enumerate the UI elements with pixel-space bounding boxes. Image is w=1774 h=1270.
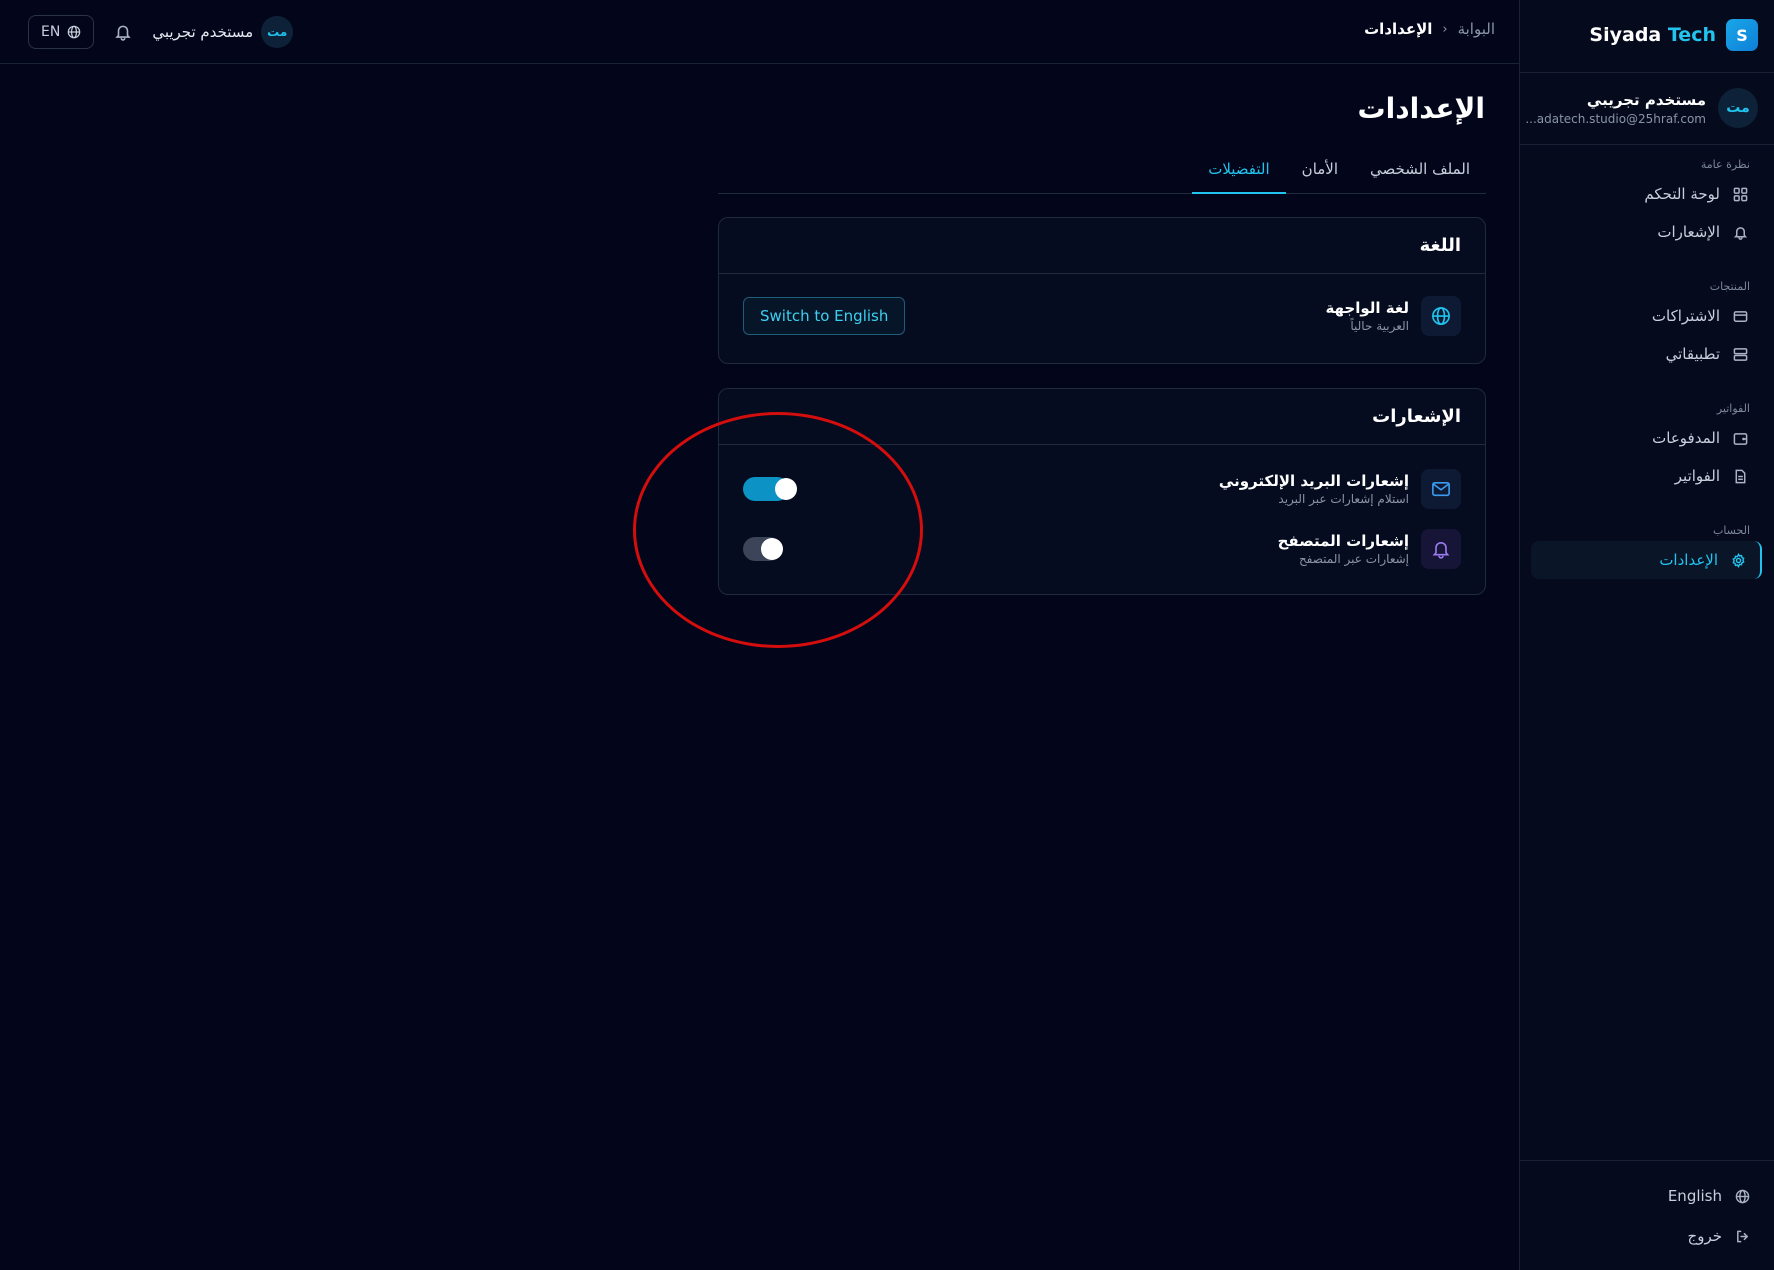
sidebar-item-label: لوحة التحكم <box>1644 185 1720 203</box>
globe-icon <box>1734 1188 1750 1204</box>
breadcrumb-current: الإعدادات <box>1364 20 1433 38</box>
wallet-icon <box>1732 430 1748 446</box>
sidebar-item-notifications[interactable]: الإشعارات <box>1519 213 1774 251</box>
sidebar-user-name: مستخدم تجريبي <box>1586 90 1706 109</box>
sidebar-divider <box>1520 72 1774 73</box>
user-menu[interactable]: مت مستخدم تجريبي <box>152 16 294 48</box>
email-notifications-title: إشعارات البريد الإلكتروني <box>1218 472 1409 490</box>
sidebar-item-invoices[interactable]: الفواتير <box>1519 457 1774 495</box>
language-row: لغة الواجهة العربية حالياً Switch to Eng… <box>719 286 1485 346</box>
language-card-title: اللغة <box>719 218 1485 274</box>
dashboard-icon <box>1732 186 1748 202</box>
chevron-left-icon: › <box>1442 21 1448 37</box>
card-icon <box>1732 308 1748 324</box>
nav-section-account: الحساب <box>1712 524 1750 537</box>
language-switch-label: English <box>1667 1187 1722 1205</box>
bell-icon <box>1732 224 1748 240</box>
sidebar-user-card[interactable]: مت مستخدم تجريبي ...adatech.studio@25hra… <box>1525 88 1758 128</box>
email-notifications-texts: إشعارات البريد الإلكتروني استلام إشعارات… <box>1219 472 1409 506</box>
sidebar-item-label: الإعدادات <box>1659 551 1718 569</box>
language-toggle-label: EN <box>41 24 61 40</box>
email-notifications-row: إشعارات البريد الإلكتروني استلام إشعارات… <box>719 459 1485 519</box>
brand-name: Siyada Tech <box>1589 24 1716 46</box>
sidebar-item-label: الإشعارات <box>1657 223 1720 241</box>
avatar: مت <box>261 16 294 48</box>
sidebar-divider <box>1520 144 1774 145</box>
switch-language-button[interactable]: Switch to English <box>743 297 906 335</box>
email-notifications-subtitle: استلام إشعارات عبر البريد <box>1278 492 1409 506</box>
top-user-name: مستخدم تجريبي <box>152 23 254 41</box>
globe-icon <box>1421 296 1461 336</box>
logout-button[interactable]: خروج <box>1519 1216 1774 1256</box>
nav-gap <box>1519 251 1774 277</box>
top-bar: البوابة › الإعدادات مت مستخدم تجريبي EN <box>0 0 1519 64</box>
sidebar-item-settings[interactable]: الإعدادات <box>1531 541 1762 579</box>
sidebar: S Siyada Tech مت مستخدم تجريبي ...adatec… <box>1519 0 1774 1270</box>
sidebar-item-label: تطبيقاتي <box>1665 345 1720 363</box>
nav-section-overview: نظرة عامة <box>1700 158 1750 171</box>
logout-icon <box>1734 1228 1750 1244</box>
nav-gap <box>1519 373 1774 399</box>
brand-name-main: Siyada <box>1589 24 1662 46</box>
breadcrumb: البوابة › الإعدادات <box>1364 20 1495 38</box>
sidebar-item-dashboard[interactable]: لوحة التحكم <box>1519 175 1774 213</box>
language-row-title: لغة الواجهة <box>1325 299 1409 317</box>
avatar: مت <box>1718 88 1758 128</box>
sidebar-item-label: الفواتير <box>1674 467 1720 485</box>
globe-icon <box>68 25 81 39</box>
tab-preferences[interactable]: التفضيلات <box>1192 150 1286 194</box>
browser-notifications-title: إشعارات المتصفح <box>1277 532 1409 550</box>
language-row-texts: لغة الواجهة العربية حالياً <box>1325 299 1409 333</box>
tab-profile[interactable]: الملف الشخصي <box>1354 150 1486 194</box>
page-title: الإعدادات <box>1357 92 1485 125</box>
sidebar-item-my-apps[interactable]: تطبيقاتي <box>1519 335 1774 373</box>
gear-icon <box>1730 552 1746 568</box>
bell-icon <box>115 25 132 41</box>
top-actions: مت مستخدم تجريبي EN <box>28 15 294 49</box>
toggle-knob <box>775 478 797 500</box>
brand[interactable]: S Siyada Tech <box>1589 19 1758 51</box>
toggle-knob <box>761 538 783 560</box>
browser-notifications-subtitle: إشعارات عبر المتصفح <box>1298 552 1409 566</box>
nav-section-products: المنتجات <box>1709 280 1750 293</box>
language-card: اللغة لغة الواجهة العربية حالياً Switch … <box>718 217 1486 364</box>
breadcrumb-root-link[interactable]: البوابة <box>1458 20 1495 38</box>
language-row-subtitle: العربية حالياً <box>1350 319 1409 333</box>
settings-tabs: الملف الشخصي الأمان التفضيلات <box>718 150 1486 194</box>
sidebar-footer: English خروج <box>1519 1160 1774 1270</box>
tab-security[interactable]: الأمان <box>1286 150 1354 194</box>
sidebar-item-label: الاشتراكات <box>1651 307 1720 325</box>
browser-notifications-control <box>743 537 783 561</box>
logout-label: خروج <box>1687 1227 1722 1245</box>
bell-icon <box>1421 529 1461 569</box>
language-switch-link[interactable]: English <box>1519 1176 1774 1216</box>
browser-notifications-row: إشعارات المتصفح إشعارات عبر المتصفح <box>719 519 1485 579</box>
nav-gap <box>1519 495 1774 521</box>
language-row-control: Switch to English <box>743 297 906 335</box>
notifications-button[interactable] <box>112 21 134 43</box>
nav-section-billing: الفواتير <box>1716 402 1750 415</box>
email-notifications-control <box>743 477 797 501</box>
notifications-card-title: الإشعارات <box>719 389 1485 445</box>
mail-icon <box>1421 469 1461 509</box>
sidebar-user-email: ...adatech.studio@25hraf.com <box>1525 111 1706 126</box>
sidebar-nav: نظرة عامة لوحة التحكم الإشعارات المنتجات… <box>1519 155 1774 579</box>
server-icon <box>1732 346 1748 362</box>
brand-logo: S <box>1726 19 1758 51</box>
sidebar-item-payments[interactable]: المدفوعات <box>1519 419 1774 457</box>
brand-name-accent: Tech <box>1667 24 1716 46</box>
sidebar-item-subscriptions[interactable]: الاشتراكات <box>1519 297 1774 335</box>
language-toggle-button[interactable]: EN <box>28 15 95 49</box>
document-icon <box>1732 468 1748 484</box>
email-notifications-toggle[interactable] <box>743 477 797 501</box>
notifications-card: الإشعارات إشعارات البريد الإلكتروني استل… <box>718 388 1486 595</box>
browser-notifications-texts: إشعارات المتصفح إشعارات عبر المتصفح <box>1278 532 1409 566</box>
sidebar-item-label: المدفوعات <box>1652 429 1720 447</box>
sidebar-user-texts: مستخدم تجريبي ...adatech.studio@25hraf.c… <box>1525 91 1706 126</box>
browser-notifications-toggle[interactable] <box>743 537 783 561</box>
